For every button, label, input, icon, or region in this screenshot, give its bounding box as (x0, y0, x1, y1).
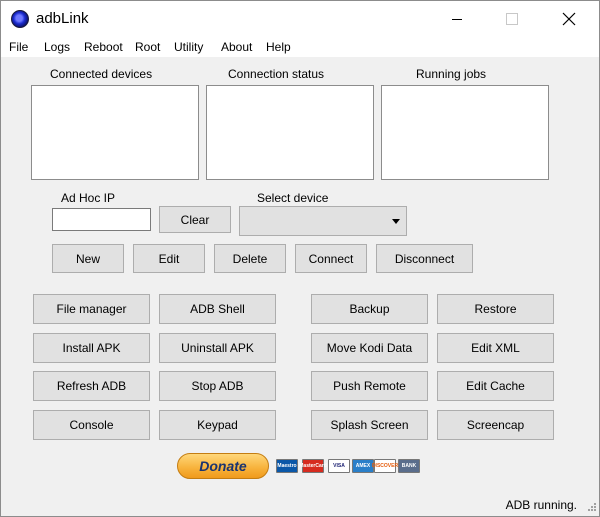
connected-devices-label: Connected devices (50, 67, 153, 81)
dropdown-arrow-icon (392, 219, 400, 224)
edit-xml-button[interactable]: Edit XML (437, 333, 554, 363)
backup-button[interactable]: Backup (311, 294, 428, 324)
menu-file[interactable]: File (9, 40, 28, 54)
visa-card-icon: VISA (328, 459, 350, 473)
minimize-button[interactable] (445, 7, 469, 31)
app-window: adbLink File Logs Reboot Root Utility Ab… (0, 0, 600, 517)
select-device-dropdown[interactable] (239, 206, 407, 236)
app-logo-icon (11, 10, 29, 28)
menu-root[interactable]: Root (135, 40, 160, 54)
connect-button[interactable]: Connect (295, 244, 367, 273)
screencap-button[interactable]: Screencap (437, 410, 554, 440)
amex-card-icon: AMEX (352, 459, 374, 473)
connected-devices-list[interactable] (31, 85, 199, 180)
uninstall-apk-button[interactable]: Uninstall APK (159, 333, 276, 363)
connection-status-label: Connection status (228, 67, 325, 81)
maestro-card-icon: Maestro (276, 459, 298, 473)
move-kodi-data-button[interactable]: Move Kodi Data (311, 333, 428, 363)
status-bar: ADB running. (1, 495, 599, 516)
maximize-button[interactable] (500, 7, 524, 31)
menu-about[interactable]: About (221, 40, 252, 54)
menu-help[interactable]: Help (266, 40, 291, 54)
running-jobs-label: Running jobs (416, 67, 487, 81)
keypad-button[interactable]: Keypad (159, 410, 276, 440)
delete-device-button[interactable]: Delete (214, 244, 286, 273)
close-icon (562, 12, 576, 26)
connection-status-box[interactable] (206, 85, 374, 180)
stop-adb-button[interactable]: Stop ADB (159, 371, 276, 401)
bank-card-icon: BANK (398, 459, 420, 473)
console-button[interactable]: Console (33, 410, 150, 440)
push-remote-button[interactable]: Push Remote (311, 371, 428, 401)
adb-shell-button[interactable]: ADB Shell (159, 294, 276, 324)
running-jobs-list[interactable] (381, 85, 549, 180)
edit-device-button[interactable]: Edit (133, 244, 205, 273)
resize-grip-icon[interactable] (585, 502, 597, 514)
title-bar[interactable]: adbLink (1, 1, 599, 37)
clear-button[interactable]: Clear (159, 206, 231, 233)
refresh-adb-button[interactable]: Refresh ADB (33, 371, 150, 401)
adb-status-text: ADB running. (505, 498, 577, 512)
discover-card-icon: DISCOVER (372, 459, 398, 473)
close-button[interactable] (557, 7, 581, 31)
menu-reboot[interactable]: Reboot (84, 40, 123, 54)
adhoc-ip-label: Ad Hoc IP (61, 191, 116, 205)
menu-bar: File Logs Reboot Root Utility About Help (1, 37, 599, 57)
donate-button[interactable]: Donate (177, 453, 269, 479)
window-title: adbLink (36, 10, 89, 27)
minimize-icon (452, 19, 462, 20)
adhoc-ip-input[interactable] (52, 208, 151, 231)
new-device-button[interactable]: New (52, 244, 124, 273)
restore-button[interactable]: Restore (437, 294, 554, 324)
file-manager-button[interactable]: File manager (33, 294, 150, 324)
select-device-label: Select device (257, 191, 329, 205)
maximize-icon (506, 13, 518, 25)
disconnect-button[interactable]: Disconnect (376, 244, 473, 273)
edit-cache-button[interactable]: Edit Cache (437, 371, 554, 401)
menu-logs[interactable]: Logs (44, 40, 70, 54)
install-apk-button[interactable]: Install APK (33, 333, 150, 363)
mastercard-card-icon: MasterCard (299, 459, 327, 473)
menu-utility[interactable]: Utility (174, 40, 203, 54)
splash-screen-button[interactable]: Splash Screen (311, 410, 428, 440)
